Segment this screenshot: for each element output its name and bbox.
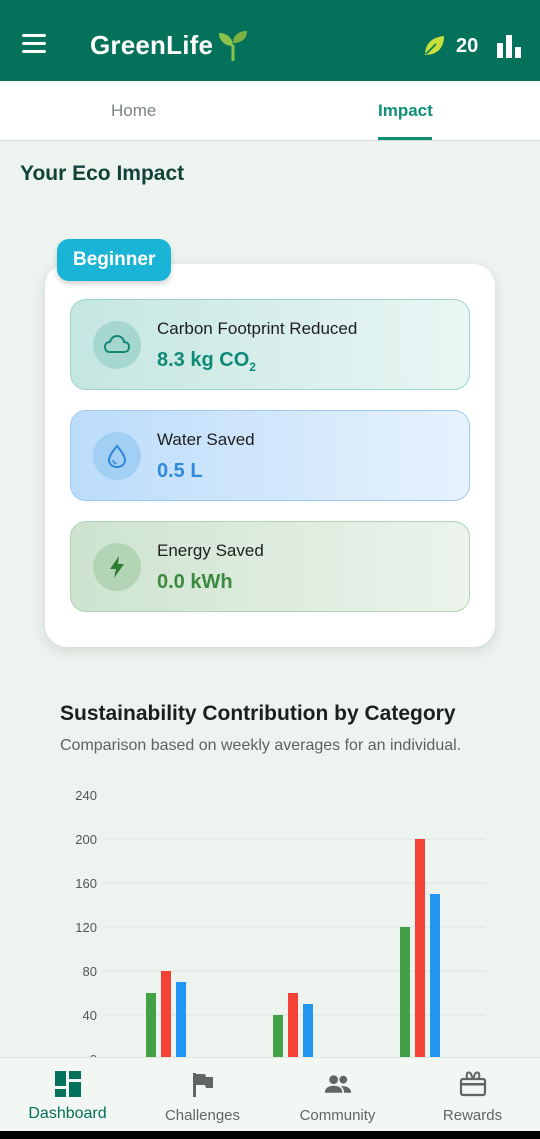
nav-label: Challenges	[164, 1107, 241, 1124]
chart-bar	[273, 1015, 283, 1057]
nav-dashboard[interactable]: Dashboard	[0, 1058, 135, 1132]
metric-value-text: 8.3 kg CO	[157, 349, 250, 371]
y-tick-label: 200	[75, 832, 97, 847]
y-tick-label: 160	[75, 876, 97, 891]
people-icon	[324, 1075, 351, 1093]
menu-icon[interactable]	[22, 34, 48, 58]
chart-bar	[303, 1004, 313, 1057]
nav-challenges[interactable]: Challenges	[135, 1058, 270, 1132]
app-title: GreenLife	[90, 30, 214, 60]
section-title: Your Eco Impact	[20, 162, 185, 185]
chart-bar	[176, 982, 186, 1057]
metric-card-water: Water Saved 0.5 L	[70, 410, 470, 501]
chart-title: Sustainability Contribution by Category	[60, 702, 456, 725]
leaf-icon	[425, 36, 444, 55]
bottom-nav: Dashboard Challenges Community Rewards	[0, 1057, 540, 1131]
level-badge: Beginner	[57, 239, 172, 281]
points-count: 20	[456, 35, 479, 57]
metric-label: Energy Saved	[157, 541, 264, 560]
nav-label: Community	[299, 1107, 376, 1124]
y-tick-label: 120	[75, 920, 97, 935]
chart-canvas: 04080120160200240	[75, 788, 485, 1057]
metric-value: 0.5 L	[157, 460, 203, 482]
bolt-icon	[93, 543, 141, 591]
metric-value: 0.0 kWh	[157, 571, 233, 593]
active-tab-indicator	[378, 137, 432, 140]
bar-chart: 04080120160200240	[60, 786, 500, 1057]
metric-value-subscript: 2	[249, 360, 256, 374]
y-tick-label: 40	[83, 1008, 97, 1023]
sprout-icon	[219, 31, 247, 61]
tab-impact[interactable]: Impact	[378, 101, 433, 121]
chart-bar	[415, 839, 425, 1057]
chart-bar	[400, 927, 410, 1057]
nav-rewards[interactable]: Rewards	[405, 1058, 540, 1132]
metric-card-energy: Energy Saved 0.0 kWh	[70, 521, 470, 612]
app-bar: GreenLife 20	[0, 0, 540, 81]
chart-bar	[161, 971, 171, 1057]
water-drop-icon	[93, 432, 141, 480]
tab-bar: Home Impact	[0, 81, 540, 141]
cloud-icon	[93, 321, 141, 369]
y-tick-label: 80	[83, 964, 97, 979]
chart-bar	[288, 993, 298, 1057]
metric-label: Water Saved	[157, 430, 255, 449]
chart-bar	[146, 993, 156, 1057]
flag-icon	[192, 1073, 213, 1097]
bar-chart-icon[interactable]	[495, 33, 523, 59]
nav-label: Rewards	[442, 1107, 503, 1124]
dashboard-icon	[54, 1071, 81, 1097]
chart-bar	[430, 894, 440, 1057]
system-gesture-bar	[0, 1131, 540, 1139]
gift-card-icon	[459, 1071, 486, 1097]
metric-value: 8.3 kg CO2	[157, 349, 256, 374]
chart-subtitle: Comparison based on weekly averages for …	[60, 737, 462, 754]
metric-label: Carbon Footprint Reduced	[157, 319, 358, 338]
tab-home[interactable]: Home	[111, 101, 156, 121]
nav-community[interactable]: Community	[270, 1058, 405, 1132]
y-tick-label: 240	[75, 788, 97, 803]
metric-card-carbon: Carbon Footprint Reduced 8.3 kg CO2	[70, 299, 470, 390]
nav-label: Dashboard	[28, 1105, 107, 1122]
